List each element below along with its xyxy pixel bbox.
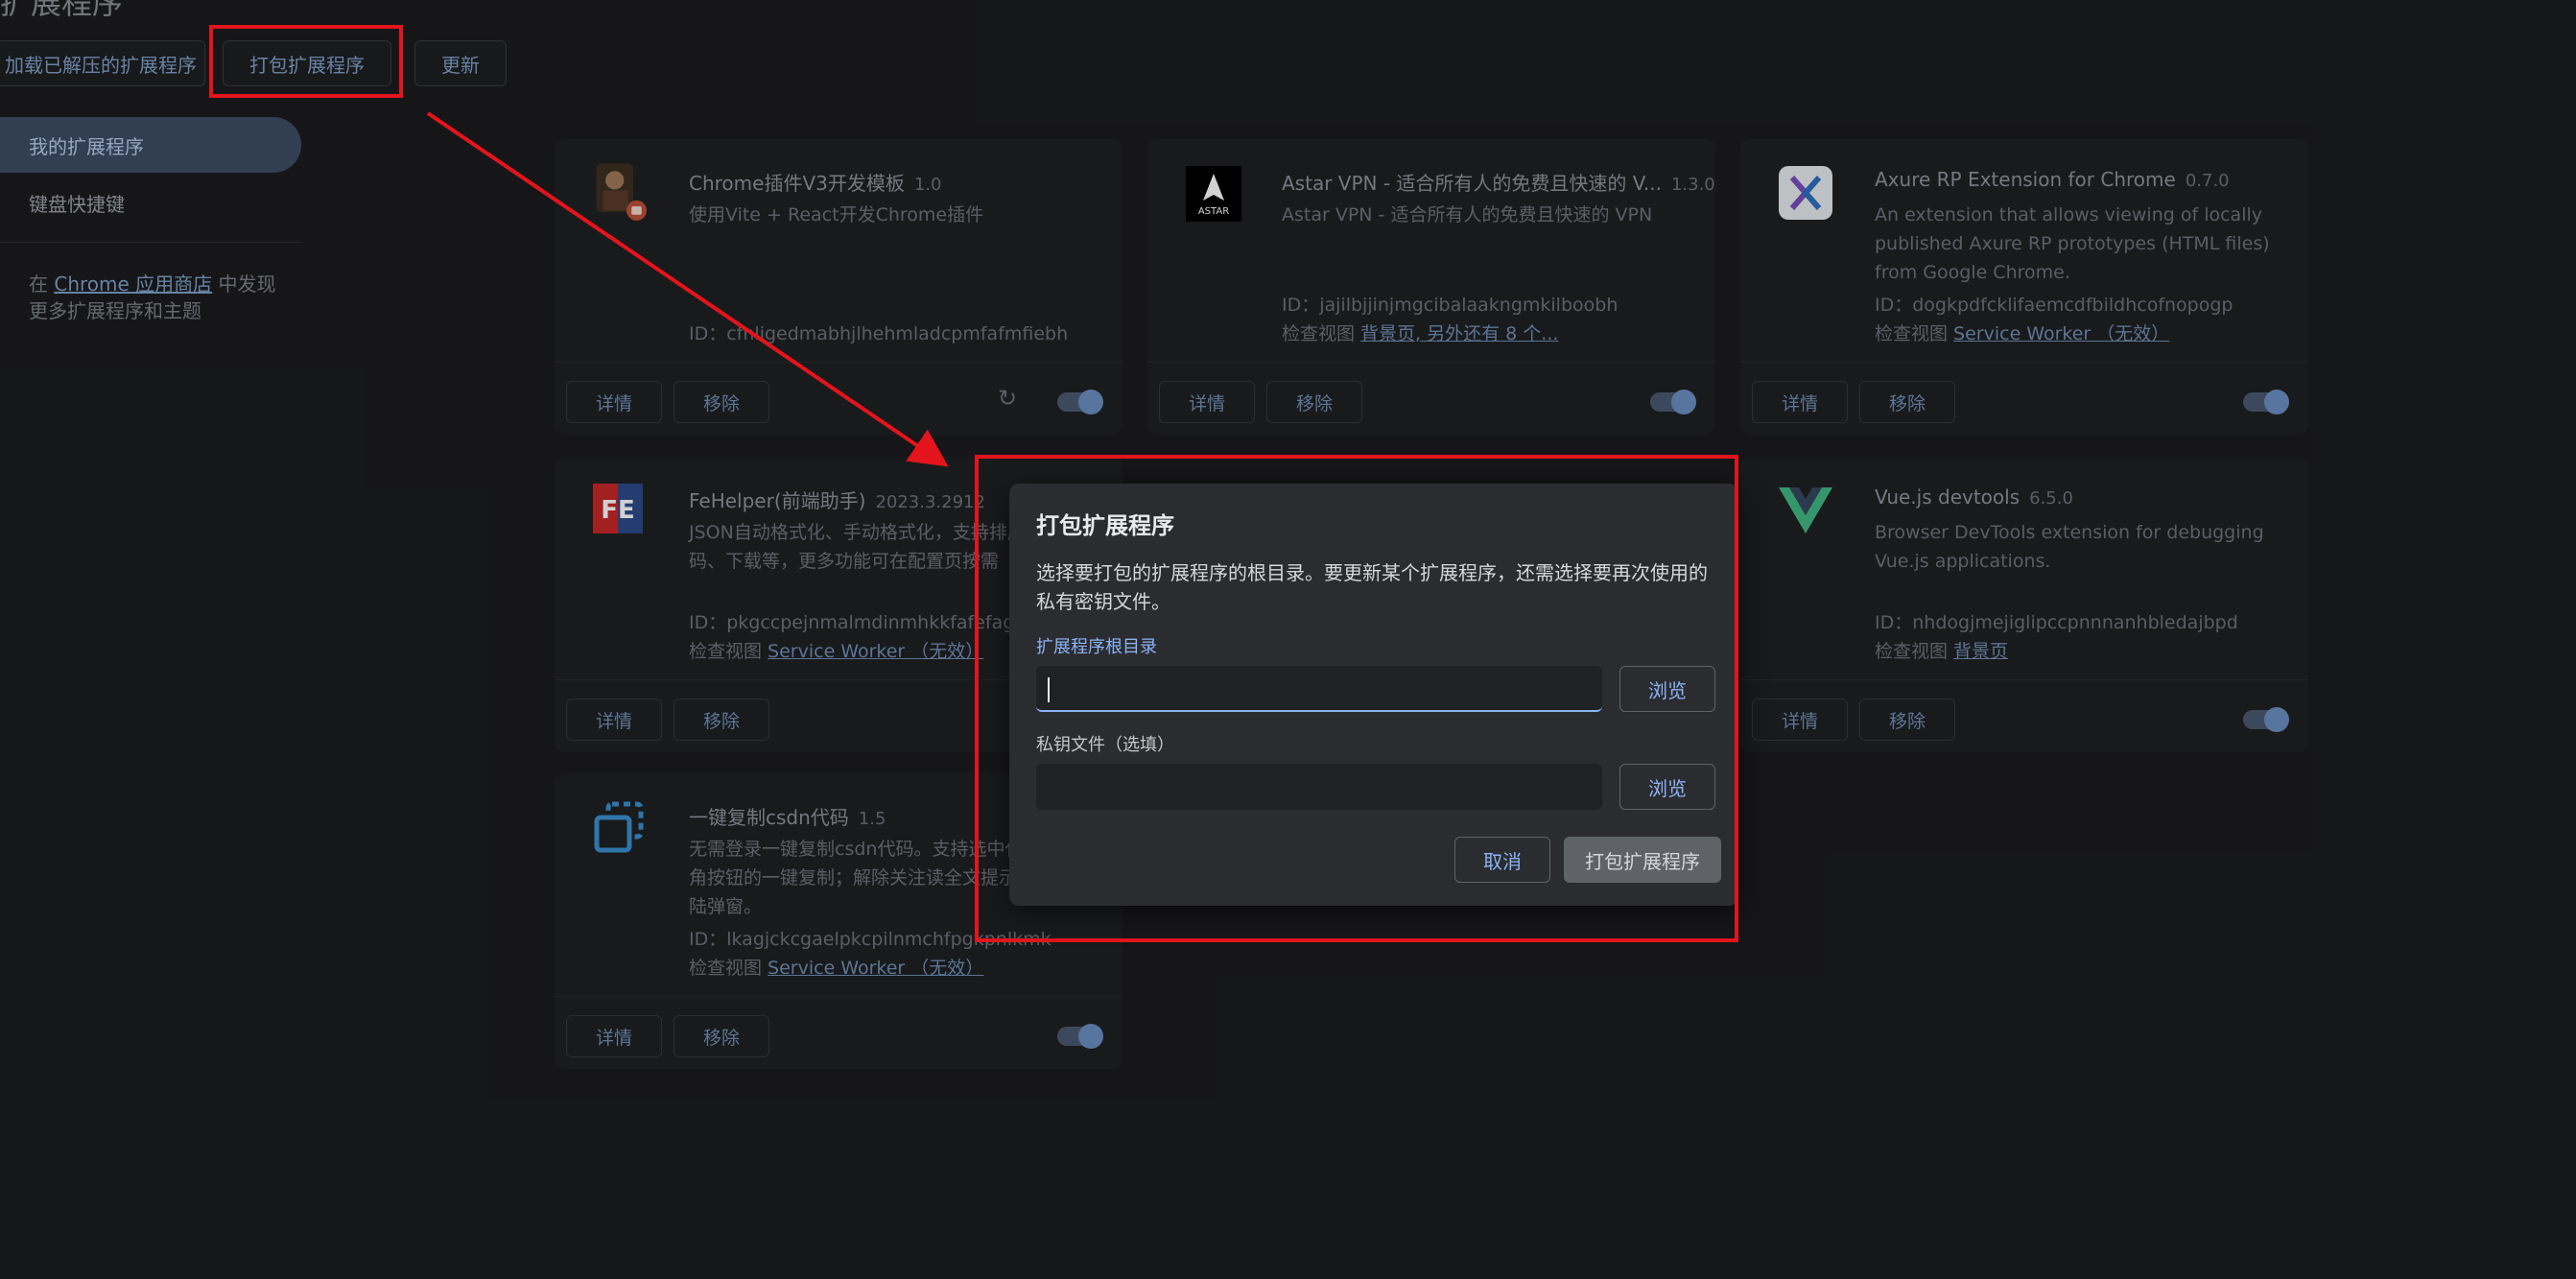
annotation-arrow xyxy=(426,111,949,467)
